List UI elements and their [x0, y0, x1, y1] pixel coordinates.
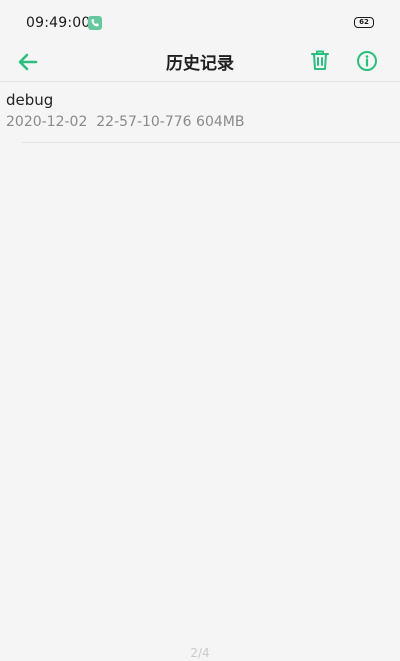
record-list-item[interactable]: debug 2020-12-02 22-57-10-776 604MB — [0, 82, 400, 143]
screen: 09:49:00 62 历史记录 debug 2020-12-02 22-57-… — [0, 0, 400, 661]
record-name: debug — [6, 91, 54, 109]
list-divider — [22, 142, 400, 143]
app-bar: 历史记录 — [0, 44, 400, 82]
info-button[interactable] — [355, 48, 379, 74]
delete-button[interactable] — [308, 48, 332, 74]
info-icon — [357, 51, 377, 71]
phone-icon — [88, 16, 102, 30]
record-meta: 2020-12-02 22-57-10-776 604MB — [6, 114, 245, 130]
battery-indicator: 62 — [354, 17, 374, 28]
status-bar: 09:49:00 62 — [0, 0, 400, 44]
page-title: 历史记录 — [166, 54, 234, 74]
page-indicator: 2/4 — [190, 646, 210, 660]
trash-icon — [311, 50, 329, 70]
status-time: 09:49:00 — [26, 15, 91, 31]
